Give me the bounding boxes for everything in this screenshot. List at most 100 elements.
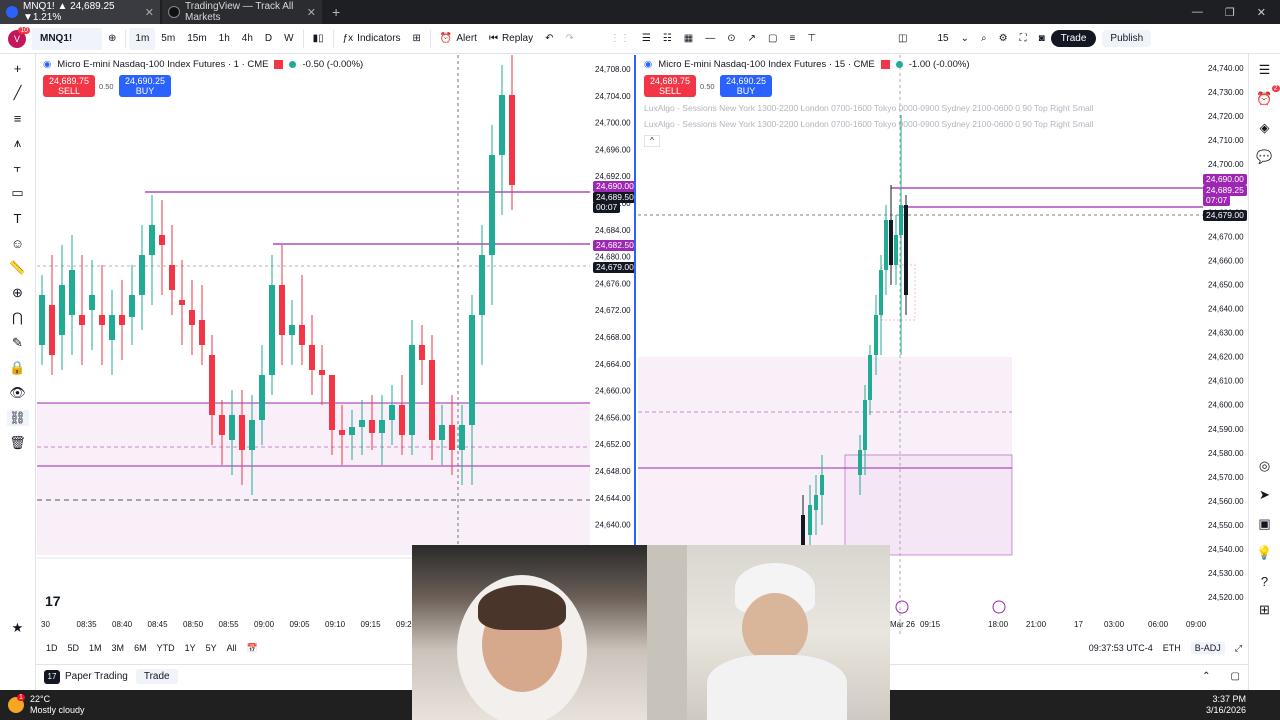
range-1m[interactable]: 1M <box>89 643 102 653</box>
favorites-icon[interactable]: ★ <box>7 620 29 636</box>
eye-icon[interactable]: 👁 <box>7 385 29 401</box>
expand-icon[interactable]: ⤢ <box>1235 643 1242 654</box>
calendar-icon[interactable]: ▣ <box>1258 516 1270 532</box>
indicator-legend[interactable]: LuxAlgo - Sessions New York 1300-2200 Lo… <box>644 103 1094 113</box>
measure-icon[interactable]: ⊤ <box>801 28 822 50</box>
utc-clock[interactable]: 09:37:53 UTC-4 <box>1089 643 1153 653</box>
interval-w[interactable]: W <box>278 28 299 50</box>
maximize-icon[interactable]: ❐ <box>1225 6 1235 19</box>
emoji-icon[interactable]: ☺ <box>7 235 29 251</box>
system-clock[interactable]: 3:37 PM 3/16/2026 <box>1206 694 1280 716</box>
collapse-panel-icon[interactable]: ⌃ <box>1202 671 1210 682</box>
chat-icon[interactable]: 💬 <box>1256 149 1272 165</box>
navigation-icon[interactable]: ➤ <box>1259 487 1270 503</box>
weather-widget[interactable]: 1 22°C Mostly cloudy <box>0 694 85 716</box>
buy-label: BUY <box>736 86 756 96</box>
close-tab-icon[interactable]: ✕ <box>307 6 316 19</box>
layout-count[interactable]: 15 <box>932 28 955 50</box>
bulb-icon[interactable]: 💡 <box>1256 545 1272 561</box>
range-1d[interactable]: 1D <box>46 643 58 653</box>
browser-tab-tradingview[interactable]: TradingView — Track All Markets ✕ <box>162 0 322 24</box>
interval-15m[interactable]: 15m <box>181 28 212 50</box>
interval-1m[interactable]: 1m <box>129 27 156 50</box>
layout-split-icon[interactable]: ◫ <box>892 28 913 50</box>
templates-icon[interactable]: ⊞ <box>407 28 427 50</box>
browser-tab-mnq[interactable]: MNQ1! ▲ 24,689.25 ▼1.21% ✕ <box>0 0 160 24</box>
avatar[interactable]: V 10 <box>8 26 30 48</box>
range-ytd[interactable]: YTD <box>157 643 175 653</box>
add-symbol-icon[interactable]: ⊕ <box>102 28 122 50</box>
trash-icon[interactable]: 🗑 <box>7 435 29 451</box>
buy-button[interactable]: 24,690.25 BUY <box>720 75 772 97</box>
grid-icon[interactable]: ⊞ <box>1259 602 1270 618</box>
alert-button[interactable]: ⏰ Alert <box>434 28 483 50</box>
target-icon[interactable]: ⊙ <box>721 28 741 50</box>
interval-d[interactable]: D <box>259 28 278 50</box>
link-icon[interactable]: ⛓ <box>6 410 29 426</box>
collapse-legend-icon[interactable]: ^ <box>644 135 660 147</box>
stay-in-drawing-icon[interactable]: ✎ <box>7 335 29 351</box>
go-to-date-icon[interactable]: 📅 <box>247 643 258 654</box>
watchlist-icon[interactable]: ☰ <box>1259 62 1271 78</box>
fullscreen-icon[interactable]: ⛶ <box>1014 28 1033 50</box>
replay-button[interactable]: ⏮ Replay <box>483 28 539 50</box>
interval-4h[interactable]: 4h <box>236 28 259 50</box>
candle-body <box>801 515 805 545</box>
sell-button[interactable]: 24,689.75 SELL <box>644 75 696 97</box>
adjustment-toggle[interactable]: B-ADJ <box>1190 642 1225 654</box>
crosshair-icon[interactable]: + <box>7 60 29 76</box>
paper-trading-button[interactable]: 17 Paper Trading <box>44 669 128 684</box>
rectangle-icon[interactable]: ▢ <box>762 28 783 50</box>
target-icon[interactable]: ◎ <box>1259 458 1270 474</box>
maximize-panel-icon[interactable]: ▢ <box>1231 671 1240 682</box>
undo-icon[interactable]: ↶ <box>539 28 559 50</box>
lock-icon[interactable]: 🔒 <box>7 360 29 376</box>
interval-1h[interactable]: 1h <box>213 28 236 50</box>
trade-tab[interactable]: Trade <box>135 669 178 684</box>
new-tab-button[interactable]: + <box>324 0 348 24</box>
drag-handle-icon[interactable]: ⋮⋮ <box>604 28 636 50</box>
publish-button[interactable]: Publish <box>1102 30 1152 47</box>
search-icon[interactable]: ⌕ <box>975 28 993 50</box>
range-all[interactable]: All <box>227 643 237 653</box>
object-tree-icon[interactable]: ☰ <box>636 28 657 50</box>
magnet-icon[interactable]: ⋂ <box>7 310 29 326</box>
grid-layout-icon[interactable]: ▦ <box>678 28 699 50</box>
close-window-icon[interactable]: ✕ <box>1257 6 1266 19</box>
range-6m[interactable]: 6M <box>134 643 147 653</box>
settings-icon[interactable]: ⚙ <box>993 28 1014 50</box>
trend-icon[interactable]: ↗ <box>742 28 762 50</box>
brush-icon[interactable]: ▭ <box>7 185 29 201</box>
sell-button[interactable]: 24,689.75 SELL <box>43 75 95 97</box>
redo-icon[interactable]: ↷ <box>559 28 579 50</box>
alerts-icon[interactable]: ⏰ 2 <box>1256 85 1280 107</box>
range-5d[interactable]: 5D <box>68 643 80 653</box>
zoom-in-icon[interactable]: ⊕ <box>7 285 29 301</box>
fib-icon[interactable]: ≡ <box>7 110 29 126</box>
symbol-search[interactable]: MNQ1! <box>32 27 102 50</box>
buy-button[interactable]: 24,690.25 BUY <box>119 75 171 97</box>
position-icon[interactable]: ⫟ <box>7 160 29 176</box>
help-icon[interactable]: ? <box>1261 574 1268 589</box>
horizontal-line-icon[interactable]: — <box>699 28 721 50</box>
indicator-legend[interactable]: LuxAlgo - Sessions New York 1300-2200 Lo… <box>644 119 1094 129</box>
minimize-icon[interactable]: — <box>1192 6 1203 18</box>
camera-icon[interactable]: ◙ <box>1033 28 1051 50</box>
trade-button[interactable]: Trade <box>1050 30 1097 47</box>
indicators-button[interactable]: ƒx Indicators <box>337 28 407 50</box>
layers-icon[interactable]: ◈ <box>1260 120 1270 136</box>
trend-line-icon[interactable]: ╱ <box>7 85 29 101</box>
pattern-icon[interactable]: ⩚ <box>7 135 29 151</box>
lines-icon[interactable]: ≡ <box>783 28 801 50</box>
candle-style-icon[interactable]: ▮▯ <box>307 28 330 50</box>
range-5y[interactable]: 5Y <box>206 643 217 653</box>
range-1y[interactable]: 1Y <box>185 643 196 653</box>
text-icon[interactable]: T <box>7 210 29 226</box>
interval-5m[interactable]: 5m <box>155 28 181 50</box>
session-toggle[interactable]: ETH <box>1163 643 1181 653</box>
chevron-down-icon[interactable]: ⌄ <box>955 28 975 50</box>
range-3m[interactable]: 3M <box>112 643 125 653</box>
close-tab-icon[interactable]: ✕ <box>145 6 154 19</box>
list-settings-icon[interactable]: ☷ <box>657 28 678 50</box>
ruler-icon[interactable]: 📏 <box>7 260 29 276</box>
